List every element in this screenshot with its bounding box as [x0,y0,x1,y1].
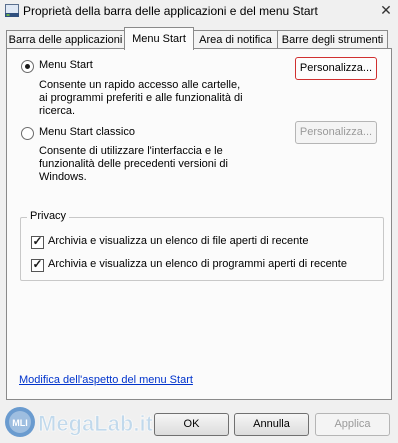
recent-files-checkbox[interactable]: ✓ [31,234,44,249]
start-menu-radio[interactable] [21,60,34,73]
tab-notification-area[interactable]: Area di notifica [193,30,278,49]
svg-text:MLI: MLI [12,418,28,428]
start-menu-description: Consente un rapido accesso alle cartelle… [39,79,243,117]
classic-menu-radio[interactable] [21,127,34,140]
tab-toolbars[interactable]: Barre degli strumenti [277,30,388,49]
checkmark-icon: ✓ [32,234,43,248]
classic-menu-description: Consente di utilizzare l'interfaccia e l… [39,145,228,183]
privacy-group [20,217,384,281]
privacy-group-title: Privacy [27,210,70,222]
classic-menu-label[interactable]: Menu Start classico [39,126,135,138]
close-icon[interactable]: ✕ [378,2,394,18]
taskbar-properties-icon [5,4,19,17]
tab-start-menu[interactable]: Menu Start [124,27,194,50]
checkmark-icon: ✓ [32,257,43,271]
apply-button[interactable]: Applica [315,413,390,436]
svg-text:MegaLab.it: MegaLab.it [38,411,154,436]
megalab-logo: MLI MegaLab.it [5,407,154,437]
recent-programs-label[interactable]: Archivia e visualizza un elenco di progr… [48,258,347,270]
recent-files-label[interactable]: Archivia e visualizza un elenco di file … [48,235,308,247]
cancel-button[interactable]: Annulla [234,413,309,436]
title-bar: Proprietà della barra delle applicazioni… [0,0,398,22]
ok-button[interactable]: OK [154,413,229,436]
start-menu-customize-button[interactable]: Personalizza... [295,57,377,80]
recent-programs-checkbox[interactable]: ✓ [31,257,44,272]
classic-menu-customize-button[interactable]: Personalizza... [295,121,377,144]
window-title: Proprietà della barra delle applicazioni… [23,4,318,18]
start-menu-appearance-link[interactable]: Modifica dell'aspetto del menu Start [19,374,193,386]
start-menu-label[interactable]: Menu Start [39,59,93,71]
tab-taskbar[interactable]: Barra delle applicazioni [6,30,125,49]
tab-strip: Barra delle applicazioni Menu Start Area… [6,27,392,50]
